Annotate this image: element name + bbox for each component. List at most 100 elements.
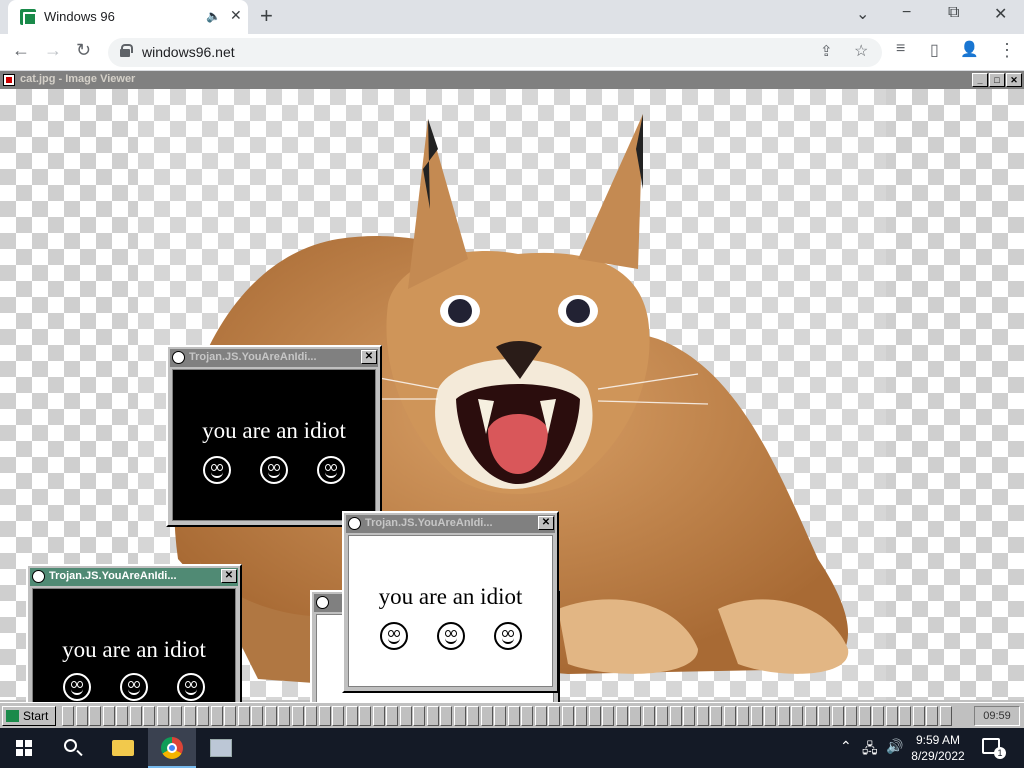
taskbar-window-button[interactable] xyxy=(615,706,628,726)
taskbar-window-button[interactable] xyxy=(413,706,425,726)
network-icon[interactable]: 🖧 xyxy=(862,738,878,762)
viewer-close-button[interactable]: ✕ xyxy=(1006,73,1022,87)
taskbar-window-button[interactable] xyxy=(318,706,331,726)
taskbar-window-button[interactable] xyxy=(656,706,668,726)
taskbar-window-button[interactable] xyxy=(143,706,155,726)
viewer-minimize-button[interactable]: _ xyxy=(972,73,988,87)
taskbar-window-button[interactable] xyxy=(575,706,587,726)
windows-start-icon[interactable] xyxy=(16,740,32,756)
taskbar-window-button[interactable] xyxy=(602,706,614,726)
taskbar-window-button[interactable] xyxy=(197,706,209,726)
taskbar-window-button[interactable] xyxy=(453,706,466,726)
taskbar-window-button[interactable] xyxy=(116,706,128,726)
lock-icon[interactable] xyxy=(120,44,133,57)
taskbar-window-button[interactable] xyxy=(804,706,817,726)
taskbar-window-button[interactable] xyxy=(75,706,88,726)
taskbar-window-button[interactable] xyxy=(129,706,142,726)
taskbar-window-button[interactable] xyxy=(737,706,749,726)
taskbar-window-button[interactable] xyxy=(669,706,682,726)
trojan-popup-window[interactable]: Trojan.JS.YouAreAnIdi... ✕ you are an id… xyxy=(26,564,242,714)
taskbar-window-button[interactable] xyxy=(467,706,479,726)
popup-close-button[interactable]: ✕ xyxy=(538,516,554,530)
forward-icon[interactable]: → xyxy=(44,40,62,61)
taskbar-window-button[interactable] xyxy=(426,706,439,726)
trojan-popup-window[interactable]: Trojan.JS.YouAreAnIdi... ✕ you are an id… xyxy=(166,345,382,527)
search-icon[interactable] xyxy=(64,739,77,752)
start-button[interactable]: Start xyxy=(2,706,56,726)
image-viewer-titlebar[interactable]: cat.jpg - Image Viewer _ □ ✕ xyxy=(0,71,1024,89)
app-window-icon[interactable] xyxy=(210,739,232,757)
taskbar-window-button[interactable] xyxy=(845,706,857,726)
taskbar-window-button[interactable] xyxy=(507,706,520,726)
taskbar-window-button[interactable] xyxy=(750,706,763,726)
taskbar-window-button[interactable] xyxy=(399,706,412,726)
taskbar-window-button[interactable] xyxy=(764,706,776,726)
viewer-maximize-button[interactable]: □ xyxy=(989,73,1005,87)
taskbar-window-button[interactable] xyxy=(696,706,709,726)
tab-search-icon[interactable]: ⌄ xyxy=(856,4,869,24)
taskbar-window-button[interactable] xyxy=(237,706,250,726)
taskbar-window-button[interactable] xyxy=(156,706,169,726)
back-icon[interactable]: ← xyxy=(12,40,30,61)
taskbar-window-button[interactable] xyxy=(872,706,884,726)
taskbar-window-button[interactable] xyxy=(305,706,317,726)
menu-kebab-icon[interactable]: ⋮ xyxy=(998,40,1016,61)
taskbar-window-button[interactable] xyxy=(359,706,371,726)
volume-icon[interactable]: 🔊 xyxy=(886,738,903,755)
taskbar-window-button[interactable] xyxy=(791,706,803,726)
taskbar-window-button[interactable] xyxy=(264,706,277,726)
taskbar-window-button[interactable] xyxy=(224,706,236,726)
new-tab-button[interactable]: + xyxy=(260,3,273,29)
taskbar-window-button[interactable] xyxy=(480,706,493,726)
taskbar-window-button[interactable] xyxy=(710,706,722,726)
taskbar-window-button[interactable] xyxy=(210,706,223,726)
tab-close-icon[interactable]: ✕ xyxy=(230,7,242,24)
popup-close-button[interactable]: ✕ xyxy=(361,350,377,364)
chevron-up-icon[interactable]: ⌃ xyxy=(840,738,852,755)
taskbar-window-button[interactable] xyxy=(521,706,533,726)
bookmark-star-icon[interactable]: ☆ xyxy=(854,41,868,61)
address-bar[interactable]: windows96.net ⇪ ☆ xyxy=(108,38,882,67)
taskbar-window-button[interactable] xyxy=(386,706,398,726)
taskbar-window-button[interactable] xyxy=(332,706,344,726)
taskbar-window-button[interactable] xyxy=(723,706,736,726)
system-clock[interactable]: 9:59 AM 8/29/2022 xyxy=(906,732,970,764)
popup-titlebar[interactable]: Trojan.JS.YouAreAnIdi... ✕ xyxy=(30,568,238,586)
trojan-popup-window[interactable]: Trojan.JS.YouAreAnIdi... ✕ you are an id… xyxy=(342,511,559,693)
reload-icon[interactable]: ↻ xyxy=(76,40,91,61)
taskbar-window-button[interactable] xyxy=(642,706,655,726)
taskbar-window-button[interactable] xyxy=(89,706,101,726)
url-text[interactable]: windows96.net xyxy=(142,44,235,60)
taskbar-window-button[interactable] xyxy=(102,706,115,726)
taskbar-window-button[interactable] xyxy=(588,706,601,726)
taskbar-window-button[interactable] xyxy=(548,706,560,726)
minimize-window-button[interactable]: − xyxy=(902,4,911,22)
taskbar-window-button[interactable] xyxy=(885,706,898,726)
taskbar-window-button[interactable] xyxy=(777,706,790,726)
taskbar-window-button[interactable] xyxy=(278,706,290,726)
popup-titlebar[interactable]: Trojan.JS.YouAreAnIdi... ✕ xyxy=(346,515,555,533)
taskbar-window-button[interactable] xyxy=(494,706,506,726)
taskbar-window-button[interactable] xyxy=(831,706,844,726)
taskbar-window-button[interactable] xyxy=(183,706,196,726)
side-panel-icon[interactable]: ▯ xyxy=(930,40,939,60)
taskbar-window-button[interactable] xyxy=(372,706,385,726)
taskbar-window-button[interactable] xyxy=(818,706,830,726)
popup-titlebar[interactable]: Trojan.JS.YouAreAnIdi... ✕ xyxy=(170,349,378,367)
taskbar-window-button[interactable] xyxy=(629,706,641,726)
notification-icon[interactable] xyxy=(982,738,1006,759)
browser-tab[interactable]: Windows 96 🔈 ✕ xyxy=(8,0,248,34)
taskbar-window-button[interactable] xyxy=(939,706,952,726)
taskbar-window-button[interactable] xyxy=(858,706,871,726)
taskbar-window-button[interactable] xyxy=(440,706,452,726)
taskbar-window-button[interactable] xyxy=(683,706,695,726)
close-window-button[interactable]: ✕ xyxy=(994,4,1007,24)
taskbar-window-button[interactable] xyxy=(170,706,182,726)
taskbar-window-button[interactable] xyxy=(912,706,925,726)
taskbar-window-button[interactable] xyxy=(291,706,304,726)
taskbar-window-button[interactable] xyxy=(534,706,547,726)
taskbar-window-button[interactable] xyxy=(899,706,911,726)
popup-close-button[interactable]: ✕ xyxy=(221,569,237,583)
restore-window-button[interactable]: ⧉ xyxy=(948,4,959,22)
share-icon[interactable]: ⇪ xyxy=(820,42,833,60)
